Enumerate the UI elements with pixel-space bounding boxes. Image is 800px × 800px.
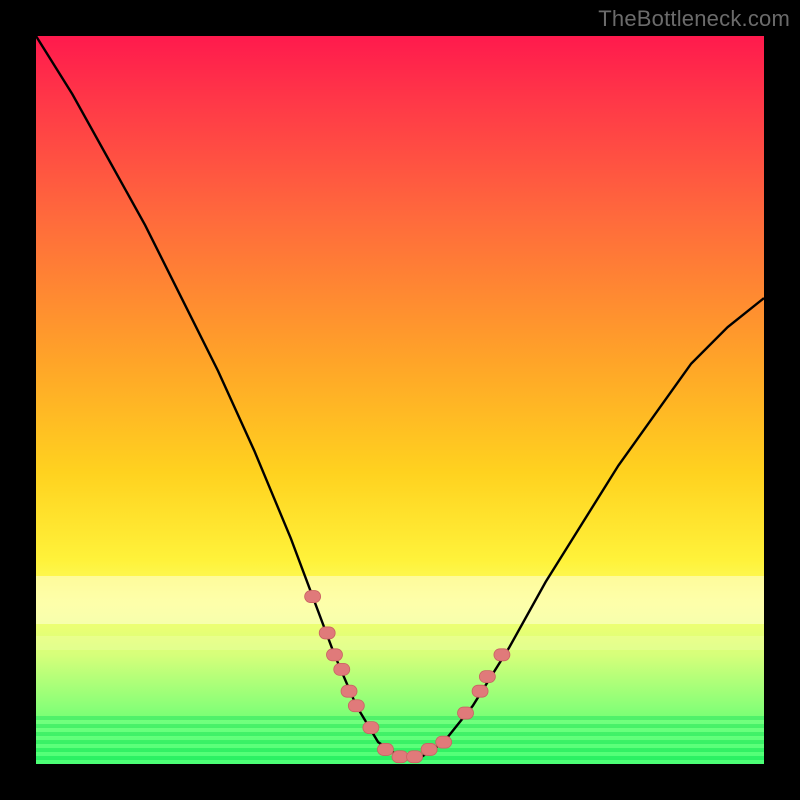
curve-marker xyxy=(392,751,408,763)
bottleneck-curve xyxy=(36,36,764,764)
curve-marker xyxy=(326,649,342,661)
curve-marker xyxy=(305,591,321,603)
curve-marker xyxy=(377,743,393,755)
curve-marker xyxy=(319,627,335,639)
curve-marker xyxy=(407,751,423,763)
watermark-text: TheBottleneck.com xyxy=(598,6,790,32)
chart-frame: TheBottleneck.com xyxy=(0,0,800,800)
curve-marker xyxy=(436,736,452,748)
curve-marker xyxy=(494,649,510,661)
curve-marker xyxy=(479,671,495,683)
curve-marker xyxy=(341,685,357,697)
curve-marker xyxy=(472,685,488,697)
curve-marker xyxy=(348,700,364,712)
curve-marker xyxy=(421,743,437,755)
plot-area xyxy=(36,36,764,764)
curve-marker xyxy=(363,722,379,734)
curve-marker xyxy=(458,707,474,719)
curve-marker xyxy=(334,663,350,675)
